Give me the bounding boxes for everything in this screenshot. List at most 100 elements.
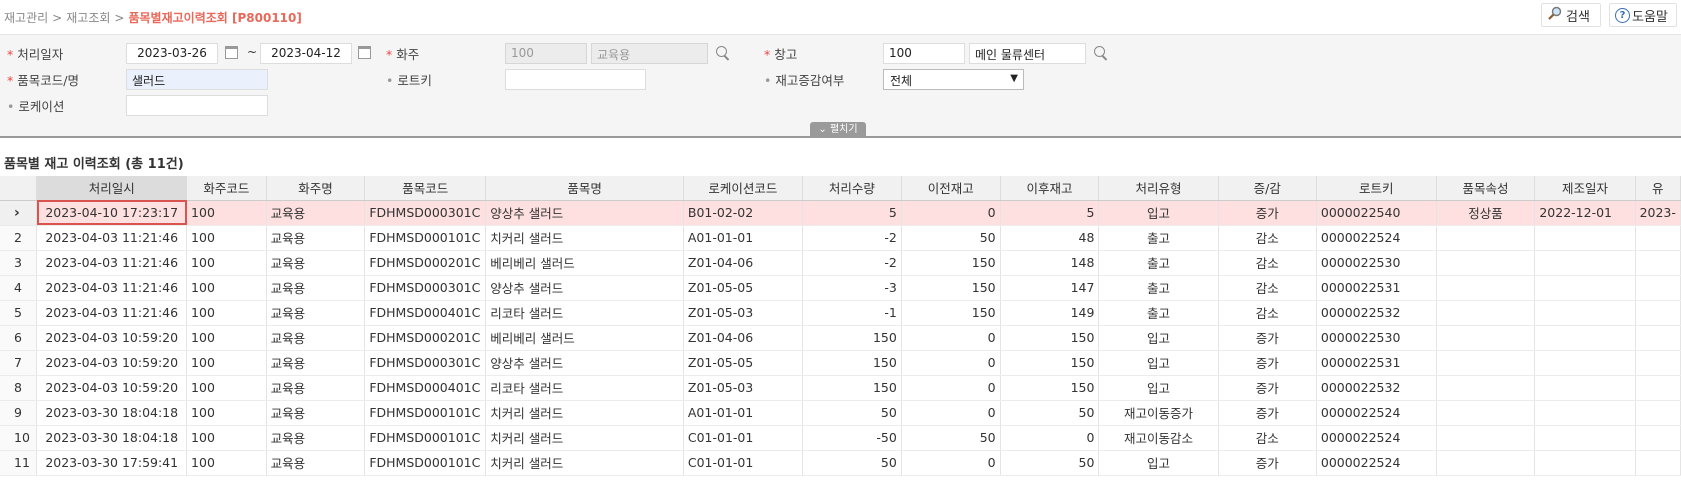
cell-owner-name[interactable]: 교육용 bbox=[266, 200, 366, 226]
cell-item-code[interactable]: FDHMSD000201C bbox=[364, 325, 487, 351]
table-row[interactable]: 3 2023-04-03 11:21:46 100 교육용 FDHMSD000201C 베… bbox=[0, 250, 1681, 276]
cell-lot-key[interactable]: 0000022531 bbox=[1316, 275, 1437, 301]
cell-processed-at[interactable]: 2023-03-30 18:04:18 bbox=[36, 425, 188, 451]
cell-processed-at[interactable]: 2023-04-03 10:59:20 bbox=[36, 325, 188, 351]
cell-owner-name[interactable]: 교육용 bbox=[266, 250, 366, 276]
cell-owner-code[interactable]: 100 bbox=[186, 250, 267, 276]
column-header-after-stock[interactable]: 이후재고 bbox=[1000, 176, 1100, 201]
cell-change[interactable]: 증가 bbox=[1218, 375, 1317, 401]
cell-item-attr[interactable]: 정상품 bbox=[1436, 200, 1536, 226]
cell-processed-at[interactable]: 2023-03-30 18:04:18 bbox=[36, 400, 188, 426]
cell-quantity[interactable]: 150 bbox=[802, 325, 902, 351]
cell-mfg-date[interactable] bbox=[1534, 325, 1636, 351]
cell-item-name[interactable]: 치커리 샐러드 bbox=[485, 450, 684, 476]
cell-item-name[interactable]: 양상추 샐러드 bbox=[485, 200, 684, 226]
cell-process-type[interactable]: 재고이동감소 bbox=[1098, 425, 1219, 451]
cell-owner-name[interactable]: 교육용 bbox=[266, 275, 366, 301]
cell-mfg-date[interactable] bbox=[1534, 225, 1636, 251]
column-header-processed-at[interactable]: 처리일시 bbox=[36, 176, 188, 201]
cell-processed-at[interactable]: 2023-04-10 17:23:17 bbox=[36, 200, 188, 226]
cell-prev-stock[interactable]: 150 bbox=[901, 275, 1001, 301]
cell-owner-name[interactable]: 교육용 bbox=[266, 400, 366, 426]
cell-owner-name[interactable]: 교육용 bbox=[266, 300, 366, 326]
cell-prev-stock[interactable]: 0 bbox=[901, 400, 1001, 426]
cell-owner-code[interactable]: 100 bbox=[186, 375, 267, 401]
cell-change[interactable]: 감소 bbox=[1218, 300, 1317, 326]
cell-item-name[interactable]: 리코타 샐러드 bbox=[485, 375, 684, 401]
cell-mfg-date[interactable] bbox=[1534, 425, 1636, 451]
cell-expiry[interactable]: 2023- bbox=[1635, 200, 1681, 226]
cell-processed-at[interactable]: 2023-04-03 11:21:46 bbox=[36, 300, 188, 326]
cell-item-attr[interactable] bbox=[1436, 325, 1536, 351]
table-row[interactable]: 9 2023-03-30 18:04:18 100 교육용 FDHMSD000101C 치… bbox=[0, 400, 1681, 426]
column-header-mfg-date[interactable]: 제조일자 bbox=[1534, 176, 1636, 201]
owner-lookup-search-icon[interactable] bbox=[715, 45, 731, 61]
lotkey-input[interactable] bbox=[505, 69, 646, 90]
cell-processed-at[interactable]: 2023-04-03 11:21:46 bbox=[36, 250, 188, 276]
cell-location-code[interactable]: Z01-05-05 bbox=[683, 350, 803, 376]
calendar-icon[interactable] bbox=[358, 46, 371, 59]
cell-item-attr[interactable] bbox=[1436, 300, 1536, 326]
cell-quantity[interactable]: 50 bbox=[802, 450, 902, 476]
column-header-item-name[interactable]: 품목명 bbox=[485, 176, 684, 201]
cell-owner-name[interactable]: 교육용 bbox=[266, 425, 366, 451]
cell-expiry[interactable] bbox=[1635, 400, 1681, 426]
cell-expiry[interactable] bbox=[1635, 275, 1681, 301]
cell-owner-code[interactable]: 100 bbox=[186, 450, 267, 476]
warehouse-name-input[interactable]: 메인 물류센터 bbox=[969, 43, 1086, 64]
cell-lot-key[interactable]: 0000022530 bbox=[1316, 325, 1437, 351]
cell-item-name[interactable]: 베리베리 샐러드 bbox=[485, 325, 684, 351]
cell-item-code[interactable]: FDHMSD000301C bbox=[364, 275, 487, 301]
column-header-item-attr[interactable]: 품목속성 bbox=[1436, 176, 1536, 201]
cell-processed-at[interactable]: 2023-03-30 17:59:41 bbox=[36, 450, 188, 476]
cell-item-attr[interactable] bbox=[1436, 425, 1536, 451]
search-button[interactable]: 검색 bbox=[1541, 3, 1601, 27]
cell-after-stock[interactable]: 50 bbox=[1000, 400, 1100, 426]
cell-prev-stock[interactable]: 0 bbox=[901, 200, 1001, 226]
cell-location-code[interactable]: Z01-05-03 bbox=[683, 375, 803, 401]
cell-location-code[interactable]: Z01-05-03 bbox=[683, 300, 803, 326]
cell-change[interactable]: 감소 bbox=[1218, 425, 1317, 451]
cell-change[interactable]: 감소 bbox=[1218, 250, 1317, 276]
cell-lot-key[interactable]: 0000022532 bbox=[1316, 300, 1437, 326]
breadcrumb-item-inventory-query[interactable]: 재고조회 bbox=[66, 11, 110, 25]
cell-change[interactable]: 증가 bbox=[1218, 400, 1317, 426]
cell-process-type[interactable]: 입고 bbox=[1098, 350, 1219, 376]
table-row[interactable]: 10 2023-03-30 18:04:18 100 교육용 FDHMSD000101C… bbox=[0, 425, 1681, 451]
column-header-lot-key[interactable]: 로트키 bbox=[1316, 176, 1437, 201]
cell-quantity[interactable]: -2 bbox=[802, 250, 902, 276]
cell-expiry[interactable] bbox=[1635, 300, 1681, 326]
cell-change[interactable]: 증가 bbox=[1218, 325, 1317, 351]
cell-after-stock[interactable]: 148 bbox=[1000, 250, 1100, 276]
cell-after-stock[interactable]: 150 bbox=[1000, 325, 1100, 351]
cell-quantity[interactable]: 50 bbox=[802, 400, 902, 426]
cell-owner-code[interactable]: 100 bbox=[186, 225, 267, 251]
cell-mfg-date[interactable] bbox=[1534, 300, 1636, 326]
cell-process-type[interactable]: 입고 bbox=[1098, 450, 1219, 476]
cell-change[interactable]: 증가 bbox=[1218, 200, 1317, 226]
cell-item-name[interactable]: 치커리 샐러드 bbox=[485, 225, 684, 251]
column-header-item-code[interactable]: 품목코드 bbox=[364, 176, 487, 201]
cell-expiry[interactable] bbox=[1635, 425, 1681, 451]
cell-owner-name[interactable]: 교육용 bbox=[266, 450, 366, 476]
column-header-owner-code[interactable]: 화주코드 bbox=[186, 176, 267, 201]
cell-item-name[interactable]: 베리베리 샐러드 bbox=[485, 250, 684, 276]
cell-process-type[interactable]: 입고 bbox=[1098, 325, 1219, 351]
cell-after-stock[interactable]: 150 bbox=[1000, 350, 1100, 376]
column-header-process-type[interactable]: 처리유형 bbox=[1098, 176, 1219, 201]
cell-quantity[interactable]: 150 bbox=[802, 350, 902, 376]
cell-owner-code[interactable]: 100 bbox=[186, 425, 267, 451]
cell-mfg-date[interactable] bbox=[1534, 275, 1636, 301]
cell-lot-key[interactable]: 0000022540 bbox=[1316, 200, 1437, 226]
cell-after-stock[interactable]: 147 bbox=[1000, 275, 1100, 301]
cell-processed-at[interactable]: 2023-04-03 10:59:20 bbox=[36, 375, 188, 401]
cell-owner-code[interactable]: 100 bbox=[186, 300, 267, 326]
table-row[interactable]: › 2023-04-10 17:23:17 100 교육용 FDHMSD000301C 양… bbox=[0, 200, 1681, 226]
cell-lot-key[interactable]: 0000022524 bbox=[1316, 450, 1437, 476]
cell-item-code[interactable]: FDHMSD000301C bbox=[364, 350, 487, 376]
cell-after-stock[interactable]: 149 bbox=[1000, 300, 1100, 326]
cell-expiry[interactable] bbox=[1635, 325, 1681, 351]
cell-owner-name[interactable]: 교육용 bbox=[266, 350, 366, 376]
cell-prev-stock[interactable]: 50 bbox=[901, 225, 1001, 251]
cell-mfg-date[interactable] bbox=[1534, 450, 1636, 476]
